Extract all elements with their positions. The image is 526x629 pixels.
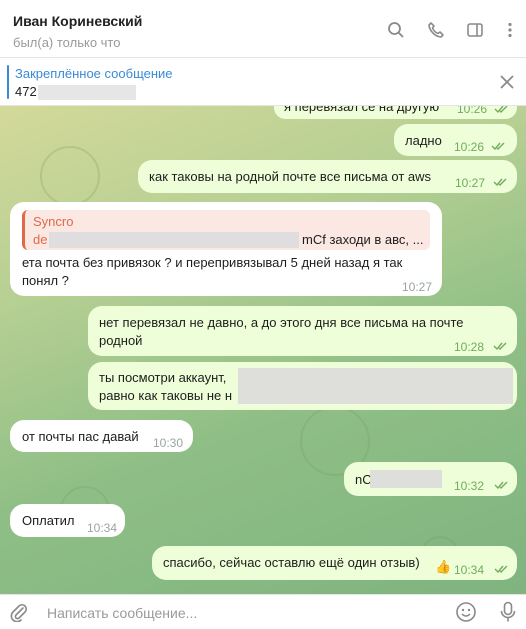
redacted-block bbox=[238, 368, 513, 404]
double-check-icon bbox=[493, 342, 507, 351]
message-time: 10:27 bbox=[455, 176, 486, 190]
contact-name[interactable]: Иван Кориневский bbox=[13, 13, 142, 29]
redacted-block bbox=[49, 232, 299, 248]
pinned-text: 472 bbox=[15, 84, 37, 99]
incoming-message[interactable]: Оплатил 10:34 bbox=[10, 504, 125, 537]
incoming-message[interactable]: Syncro de mCf заходи в авс, ... ета почт… bbox=[10, 202, 442, 296]
message-text: я перевязал се на другую bbox=[284, 106, 440, 114]
message-time: 10:30 bbox=[153, 436, 184, 450]
outgoing-message[interactable]: я перевязал се на другую 10:26 bbox=[274, 106, 517, 119]
message-text: Оплатил bbox=[22, 513, 75, 528]
redacted-block bbox=[38, 85, 136, 100]
reply-sender: Syncro bbox=[33, 214, 74, 229]
message-time: 10:26 bbox=[457, 106, 488, 116]
redacted-block bbox=[370, 470, 442, 488]
message-time: 10:27 bbox=[402, 280, 433, 294]
message-text: от почты пас давай bbox=[22, 429, 139, 444]
mic-icon[interactable] bbox=[499, 601, 517, 623]
reply-quote[interactable]: Syncro de mCf заходи в авс, ... bbox=[22, 210, 430, 250]
double-check-icon bbox=[494, 565, 508, 574]
message-line: ета почта без привязок ? и перепривязыва… bbox=[22, 255, 403, 270]
message-time: 10:26 bbox=[454, 140, 485, 154]
incoming-message[interactable]: от почты пас давай 10:30 bbox=[10, 420, 193, 452]
pinned-bar bbox=[7, 65, 9, 99]
outgoing-message[interactable]: нет перевязал не давно, а до этого дня в… bbox=[88, 306, 517, 356]
message-input[interactable]: Написать сообщение... bbox=[47, 605, 197, 621]
message-line: понял ? bbox=[22, 273, 69, 288]
sidebar-icon[interactable] bbox=[464, 19, 486, 41]
attach-icon[interactable] bbox=[9, 602, 29, 623]
reply-suffix: mCf заходи в авс, ... bbox=[302, 232, 424, 247]
message-line: нет перевязал не давно, а до этого дня в… bbox=[99, 315, 464, 330]
chat-area[interactable]: я перевязал се на другую 10:26 ладно 10:… bbox=[0, 106, 526, 594]
pinned-message[interactable]: Закреплённое сообщение 472 bbox=[0, 58, 526, 106]
outgoing-message[interactable]: ладно 10:26 bbox=[394, 124, 517, 156]
outgoing-message[interactable]: спасибо, сейчас оставлю ещё один отзыв) … bbox=[152, 546, 517, 580]
chat-header: Иван Кориневский был(а) только что bbox=[0, 0, 526, 58]
message-time: 10:28 bbox=[454, 340, 485, 354]
pinned-title: Закреплённое сообщение bbox=[15, 66, 173, 81]
message-text: спасибо, сейчас оставлю ещё один отзыв) bbox=[163, 555, 420, 570]
message-text: ладно bbox=[405, 133, 442, 148]
more-icon[interactable] bbox=[499, 19, 521, 41]
double-check-icon bbox=[491, 142, 505, 151]
wallpaper-doodle bbox=[40, 146, 100, 206]
message-text: как таковы на родной почте все письма от… bbox=[149, 169, 432, 184]
thumbs-up-icon: 👍 bbox=[435, 559, 452, 574]
contact-status: был(а) только что bbox=[13, 35, 121, 50]
outgoing-message[interactable]: ты посмотри аккаунт, равно как таковы не… bbox=[88, 362, 517, 410]
message-line: ты посмотри аккаунт, bbox=[99, 370, 227, 385]
message-time: 10:32 bbox=[454, 479, 485, 493]
double-check-icon bbox=[493, 178, 507, 187]
message-composer: Написать сообщение... bbox=[0, 594, 526, 629]
close-icon[interactable] bbox=[498, 73, 516, 91]
emoji-icon[interactable] bbox=[455, 601, 477, 623]
message-time: 10:34 bbox=[87, 521, 118, 535]
message-time: 10:34 bbox=[454, 563, 485, 577]
search-icon[interactable] bbox=[385, 19, 407, 41]
outgoing-message[interactable]: nC 10:32 bbox=[344, 462, 517, 496]
phone-icon[interactable] bbox=[425, 19, 447, 41]
message-line: равно как таковы не н bbox=[99, 388, 233, 403]
outgoing-message[interactable]: как таковы на родной почте все письма от… bbox=[138, 160, 517, 193]
message-line: родной bbox=[99, 333, 143, 348]
reply-prefix: de bbox=[33, 232, 48, 247]
double-check-icon bbox=[494, 106, 508, 114]
double-check-icon bbox=[494, 481, 508, 490]
